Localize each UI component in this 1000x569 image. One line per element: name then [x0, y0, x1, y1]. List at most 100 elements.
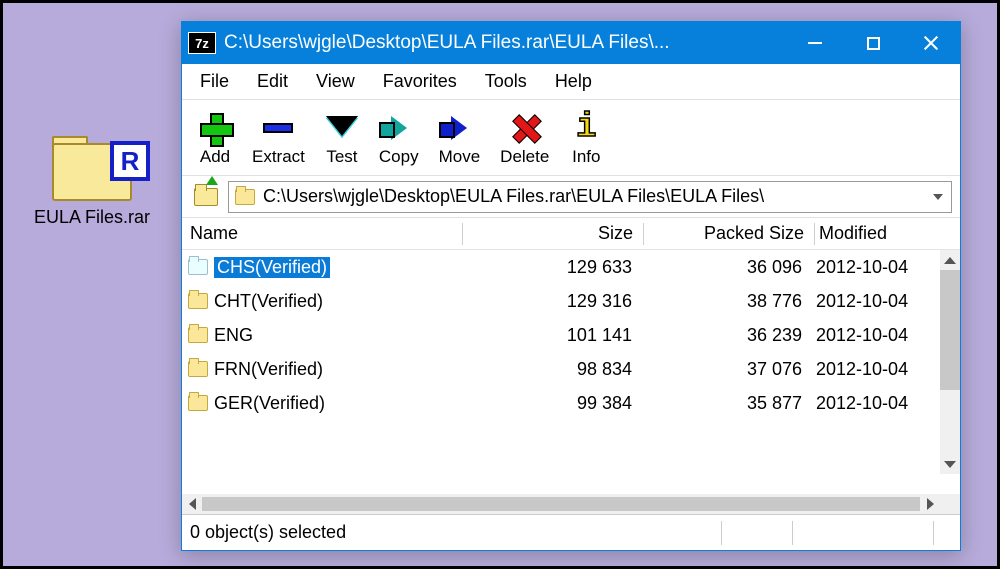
file-row[interactable]: GER(Verified) 99 38435 8772012-10-04 — [182, 386, 960, 420]
minimize-icon — [808, 42, 822, 44]
file-packed-size: 35 877 — [642, 393, 812, 414]
status-cell-3 — [793, 515, 933, 550]
file-size: 129 316 — [462, 291, 642, 312]
toolbar: Add Extract Test Copy Move Delete i Info — [182, 100, 960, 176]
menu-bar: File Edit View Favorites Tools Help — [182, 64, 960, 100]
toolbar-test[interactable]: Test — [315, 109, 369, 169]
toolbar-add[interactable]: Add — [188, 109, 242, 169]
file-size: 99 384 — [462, 393, 642, 414]
file-name: CHS(Verified) — [214, 257, 330, 278]
folder-icon — [188, 395, 208, 411]
chevron-up-icon — [944, 257, 956, 264]
column-header-modified[interactable]: Modified — [815, 223, 938, 244]
desktop-file-rar[interactable]: R EULA Files.rar — [31, 143, 153, 228]
arrow-right-teal-icon — [391, 116, 407, 140]
titlebar[interactable]: 7z C:\Users\wjgle\Desktop\EULA Files.rar… — [182, 22, 960, 64]
toolbar-extract[interactable]: Extract — [242, 109, 315, 169]
file-rows: CHS(Verified)129 63336 0962012-10-04CHT(… — [182, 250, 960, 494]
address-bar: C:\Users\wjgle\Desktop\EULA Files.rar\EU… — [182, 176, 960, 218]
folder-icon — [235, 189, 255, 205]
minus-icon — [263, 123, 293, 133]
folder-icon — [188, 361, 208, 377]
status-cell-2 — [722, 515, 792, 550]
file-modified: 2012-10-04 — [812, 257, 938, 278]
close-icon — [923, 35, 939, 51]
toolbar-move[interactable]: Move — [429, 109, 491, 169]
menu-help[interactable]: Help — [543, 67, 604, 96]
toolbar-copy[interactable]: Copy — [369, 109, 429, 169]
chevron-down-icon — [933, 194, 943, 200]
toolbar-copy-label: Copy — [379, 147, 419, 167]
scroll-up-button[interactable] — [940, 250, 960, 270]
toolbar-info[interactable]: i Info — [559, 109, 613, 169]
column-header-packed[interactable]: Packed Size — [644, 223, 814, 244]
sevenzip-window: 7z C:\Users\wjgle\Desktop\EULA Files.rar… — [181, 21, 961, 551]
folder-icon — [188, 327, 208, 343]
file-packed-size: 38 776 — [642, 291, 812, 312]
file-name: FRN(Verified) — [214, 359, 323, 380]
status-cell-4 — [934, 515, 960, 550]
check-down-icon — [326, 118, 358, 138]
file-name: CHT(Verified) — [214, 291, 323, 312]
file-modified: 2012-10-04 — [812, 291, 938, 312]
horizontal-scrollbar[interactable] — [182, 494, 940, 514]
menu-view[interactable]: View — [304, 67, 367, 96]
scroll-right-button[interactable] — [920, 494, 940, 514]
menu-tools[interactable]: Tools — [473, 67, 539, 96]
status-text: 0 object(s) selected — [182, 515, 721, 550]
file-modified: 2012-10-04 — [812, 325, 938, 346]
file-modified: 2012-10-04 — [812, 359, 938, 380]
scroll-down-button[interactable] — [940, 454, 960, 474]
scroll-thumb[interactable] — [202, 497, 920, 511]
toolbar-extract-label: Extract — [252, 147, 305, 167]
file-packed-size: 36 239 — [642, 325, 812, 346]
scroll-left-button[interactable] — [182, 494, 202, 514]
chevron-down-icon — [944, 461, 956, 468]
file-row[interactable]: CHT(Verified) 129 31638 7762012-10-04 — [182, 284, 960, 318]
file-size: 129 633 — [462, 257, 642, 278]
close-button[interactable] — [902, 22, 960, 64]
scroll-corner — [940, 494, 960, 514]
menu-favorites[interactable]: Favorites — [371, 67, 469, 96]
file-modified: 2012-10-04 — [812, 393, 938, 414]
file-row[interactable]: ENG 101 14136 2392012-10-04 — [182, 318, 960, 352]
column-header-name[interactable]: Name — [182, 223, 462, 244]
menu-edit[interactable]: Edit — [245, 67, 300, 96]
file-size: 101 141 — [462, 325, 642, 346]
column-headers: Name Size Packed Size Modified — [182, 218, 960, 250]
column-header-size[interactable]: Size — [463, 223, 643, 244]
file-list-pane: Name Size Packed Size Modified CHS(Verif… — [182, 218, 960, 514]
file-packed-size: 36 096 — [642, 257, 812, 278]
rar-file-icon: R — [52, 143, 132, 201]
menu-file[interactable]: File — [188, 67, 241, 96]
desktop-file-label: EULA Files.rar — [31, 207, 153, 228]
path-text: C:\Users\wjgle\Desktop\EULA Files.rar\EU… — [263, 186, 764, 207]
up-one-level-button[interactable] — [190, 182, 222, 212]
toolbar-delete[interactable]: Delete — [490, 109, 559, 169]
file-row[interactable]: CHS(Verified) 129 63336 0962012-10-04 — [182, 250, 960, 284]
minimize-button[interactable] — [786, 22, 844, 64]
toolbar-info-label: Info — [572, 147, 600, 167]
status-bar: 0 object(s) selected — [182, 514, 960, 550]
path-combobox[interactable]: C:\Users\wjgle\Desktop\EULA Files.rar\EU… — [228, 181, 952, 213]
info-icon: i — [576, 109, 596, 147]
maximize-button[interactable] — [844, 22, 902, 64]
folder-up-icon — [194, 188, 218, 206]
toolbar-test-label: Test — [326, 147, 357, 167]
app-icon: 7z — [188, 32, 216, 54]
toolbar-move-label: Move — [439, 147, 481, 167]
rar-badge-icon: R — [110, 141, 150, 181]
file-name: GER(Verified) — [214, 393, 325, 414]
up-arrow-icon — [206, 176, 218, 185]
folder-icon — [188, 293, 208, 309]
maximize-icon — [867, 37, 880, 50]
chevron-right-icon — [927, 498, 934, 510]
window-title: C:\Users\wjgle\Desktop\EULA Files.rar\EU… — [224, 32, 670, 54]
file-row[interactable]: FRN(Verified)98 83437 0762012-10-04 — [182, 352, 960, 386]
toolbar-delete-label: Delete — [500, 147, 549, 167]
scroll-track[interactable] — [940, 390, 960, 454]
vertical-scrollbar[interactable] — [940, 250, 960, 474]
x-red-icon — [511, 114, 539, 142]
scroll-thumb[interactable] — [940, 270, 960, 390]
file-name: ENG — [214, 325, 253, 346]
